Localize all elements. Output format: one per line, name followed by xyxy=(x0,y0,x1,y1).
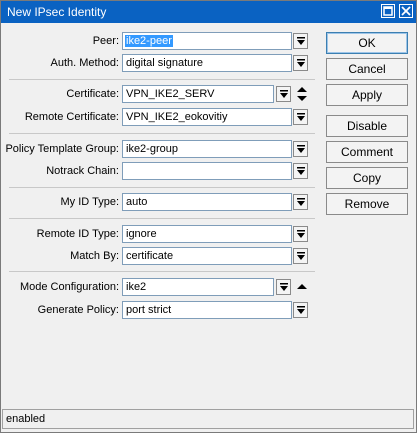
remote-id-type-value: ignore xyxy=(126,228,157,240)
dropdown-arrow-icon[interactable] xyxy=(293,141,308,157)
certificate-row: Certificate: VPN_IKE2_SERV xyxy=(1,85,321,105)
remote-certificate-select[interactable]: VPN_IKE2_eokovitiy xyxy=(122,108,292,126)
policy-template-group-select[interactable]: ike2-group xyxy=(122,140,292,158)
cancel-button[interactable]: Cancel xyxy=(326,58,408,80)
separator xyxy=(9,133,315,134)
peer-select[interactable]: ike2-peer xyxy=(122,32,292,50)
status-text: enabled xyxy=(6,413,46,425)
my-id-type-value: auto xyxy=(126,196,148,208)
remove-button[interactable]: Remove xyxy=(326,193,408,215)
window-title: New IPsec Identity xyxy=(7,5,107,19)
generate-policy-label: Generate Policy: xyxy=(37,304,119,316)
comment-button[interactable]: Comment xyxy=(326,141,408,163)
notrack-chain-select[interactable] xyxy=(122,162,292,180)
remote-certificate-label: Remote Certificate: xyxy=(24,111,119,123)
dropdown-arrow-icon[interactable] xyxy=(293,33,308,49)
separator xyxy=(9,218,315,219)
mode-configuration-select[interactable]: ike2 xyxy=(122,278,274,296)
certificate-select[interactable]: VPN_IKE2_SERV xyxy=(122,85,274,103)
spin-updown-icon[interactable] xyxy=(296,86,308,102)
mode-configuration-label: Mode Configuration: xyxy=(19,281,119,293)
dialog-window: New IPsec Identity Peer: ike2-peer Auth.… xyxy=(0,0,417,433)
dropdown-arrow-icon[interactable] xyxy=(293,163,308,179)
policy-template-group-value: ike2-group xyxy=(126,143,178,155)
certificate-value: VPN_IKE2_SERV xyxy=(126,88,215,100)
remote-id-type-select[interactable]: ignore xyxy=(122,225,292,243)
dropdown-arrow-icon[interactable] xyxy=(276,279,291,295)
close-icon[interactable] xyxy=(399,4,413,18)
status-bar: enabled xyxy=(2,409,414,429)
separator xyxy=(9,79,315,80)
auth-method-row: Auth. Method: digital signature xyxy=(1,54,321,74)
generate-policy-row: Generate Policy: port strict xyxy=(1,301,321,321)
auth-method-select[interactable]: digital signature xyxy=(122,54,292,72)
mode-configuration-value: ike2 xyxy=(126,281,147,293)
dropdown-arrow-icon[interactable] xyxy=(276,86,291,102)
remote-certificate-row: Remote Certificate: VPN_IKE2_eokovitiy xyxy=(1,108,321,128)
my-id-type-select[interactable]: auto xyxy=(122,193,292,211)
auth-method-value: digital signature xyxy=(126,57,204,69)
collapse-up-icon[interactable] xyxy=(296,279,308,295)
generate-policy-value: port strict xyxy=(126,304,172,316)
peer-label: Peer: xyxy=(92,35,119,47)
generate-policy-select[interactable]: port strict xyxy=(122,301,292,319)
remote-id-type-label: Remote ID Type: xyxy=(36,228,119,240)
remote-certificate-value: VPN_IKE2_eokovitiy xyxy=(126,111,228,123)
certificate-label: Certificate: xyxy=(66,88,119,100)
mode-configuration-row: Mode Configuration: ike2 xyxy=(1,278,321,298)
my-id-type-row: My ID Type: auto xyxy=(1,193,321,213)
notrack-chain-label: Notrack Chain: xyxy=(46,165,119,177)
disable-button[interactable]: Disable xyxy=(326,115,408,137)
dropdown-arrow-icon[interactable] xyxy=(293,194,308,210)
match-by-value: certificate xyxy=(126,250,174,262)
restore-icon[interactable] xyxy=(381,4,395,18)
dropdown-arrow-icon[interactable] xyxy=(293,109,308,125)
dropdown-arrow-icon[interactable] xyxy=(293,226,308,242)
peer-row: Peer: ike2-peer xyxy=(1,32,321,52)
apply-button[interactable]: Apply xyxy=(326,84,408,106)
copy-button[interactable]: Copy xyxy=(326,167,408,189)
dropdown-arrow-icon[interactable] xyxy=(293,55,308,71)
title-bar[interactable]: New IPsec Identity xyxy=(1,1,416,23)
notrack-chain-row: Notrack Chain: xyxy=(1,162,321,182)
my-id-type-label: My ID Type: xyxy=(60,196,119,208)
dropdown-arrow-icon[interactable] xyxy=(293,248,308,264)
remote-id-type-row: Remote ID Type: ignore xyxy=(1,225,321,245)
separator xyxy=(9,271,315,272)
peer-value: ike2-peer xyxy=(125,35,173,47)
separator xyxy=(9,187,315,188)
policy-template-group-label: Policy Template Group: xyxy=(5,143,119,155)
match-by-select[interactable]: certificate xyxy=(122,247,292,265)
match-by-row: Match By: certificate xyxy=(1,247,321,267)
policy-template-group-row: Policy Template Group: ike2-group xyxy=(1,140,321,160)
ok-button[interactable]: OK xyxy=(326,32,408,54)
match-by-label: Match By: xyxy=(70,250,119,262)
auth-method-label: Auth. Method: xyxy=(50,57,120,69)
dropdown-arrow-icon[interactable] xyxy=(293,302,308,318)
